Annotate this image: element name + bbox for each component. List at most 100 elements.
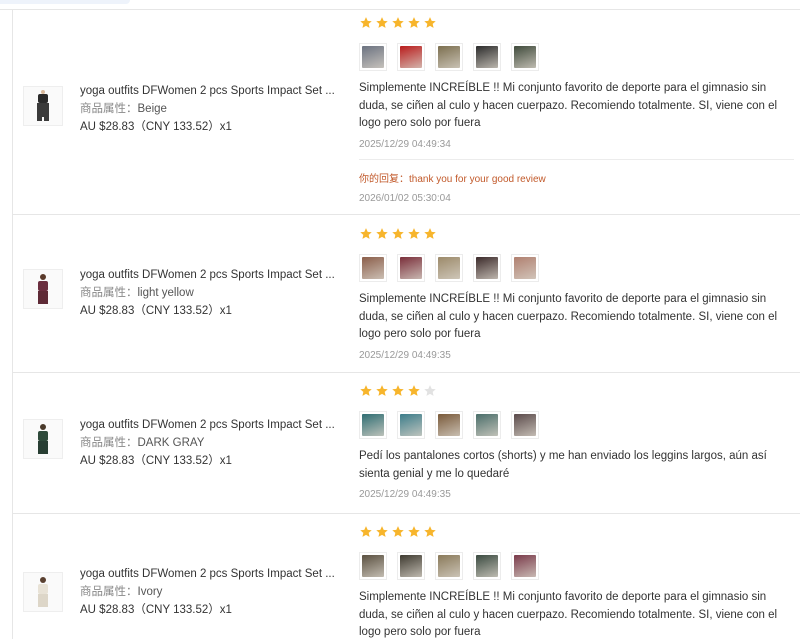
review-photo (400, 414, 422, 436)
review-photo (476, 555, 498, 577)
product-info: yoga outfits DFWomen 2 pcs Sports Impact… (80, 565, 340, 619)
product-price: AU $28.83（CNY 133.52）x1 (80, 604, 232, 616)
star-icon (408, 228, 420, 239)
review-image-thumbnail[interactable] (511, 43, 539, 71)
review-image-thumbnail[interactable] (397, 43, 425, 71)
review-row: yoga outfits DFWomen 2 pcs Sports Impact… (13, 11, 800, 215)
star-icon (376, 17, 388, 28)
product-attribute: 商品属性：DARK GRAY (80, 434, 340, 452)
review-image-thumbnail[interactable] (397, 552, 425, 580)
attribute-label: 商品属性： (80, 287, 138, 299)
product-image-icon (38, 424, 48, 454)
attribute-value: Ivory (137, 586, 163, 598)
review-content: Simplemente INCREÍBLE !! Mi conjunto fav… (359, 16, 799, 204)
star-icon (360, 526, 372, 537)
product-price: AU $28.83（CNY 133.52）x1 (80, 121, 232, 133)
product-info: yoga outfits DFWomen 2 pcs Sports Impact… (80, 266, 340, 320)
star-icon (408, 385, 420, 396)
review-image-thumbnail[interactable] (435, 552, 463, 580)
product-thumbnail[interactable] (23, 269, 63, 309)
review-image-thumbnail[interactable] (473, 552, 501, 580)
star-icon (376, 526, 388, 537)
star-icon (392, 385, 404, 396)
review-text: Simplemente INCREÍBLE !! Mi conjunto fav… (359, 591, 778, 638)
reply-divider (359, 158, 794, 160)
star-icon (424, 228, 436, 239)
product-title[interactable]: yoga outfits DFWomen 2 pcs Sports Impact… (80, 565, 340, 583)
review-photo (400, 555, 422, 577)
review-content: Simplemente INCREÍBLE !! Mi conjunto fav… (359, 525, 799, 639)
review-image-thumbnail[interactable] (435, 254, 463, 282)
attribute-label: 商品属性： (80, 103, 138, 115)
review-image-thumbnail[interactable] (397, 411, 425, 439)
review-images (359, 43, 799, 71)
review-image-thumbnail[interactable] (435, 411, 463, 439)
product-title[interactable]: yoga outfits DFWomen 2 pcs Sports Impact… (80, 266, 340, 284)
review-photo (400, 46, 422, 68)
review-image-thumbnail[interactable] (473, 254, 501, 282)
product-price: AU $28.83（CNY 133.52）x1 (80, 305, 232, 317)
review-image-thumbnail[interactable] (359, 254, 387, 282)
review-images (359, 411, 799, 439)
product-title[interactable]: yoga outfits DFWomen 2 pcs Sports Impact… (80, 82, 340, 100)
review-photo (362, 555, 384, 577)
star-icon (408, 526, 420, 537)
review-image-thumbnail[interactable] (511, 254, 539, 282)
seller-reply: 你的回复：thank you for your good review (359, 173, 546, 185)
review-image-thumbnail[interactable] (511, 411, 539, 439)
attribute-label: 商品属性： (80, 586, 138, 598)
star-icon (360, 228, 372, 239)
review-image-thumbnail[interactable] (359, 552, 387, 580)
reply-timestamp: 2026/01/02 05:30:04 (359, 192, 451, 204)
review-image-thumbnail[interactable] (435, 43, 463, 71)
review-content: Pedí los pantalones cortos (shorts) y me… (359, 384, 799, 500)
star-icon (360, 17, 372, 28)
review-image-thumbnail[interactable] (359, 411, 387, 439)
star-icon (424, 17, 436, 28)
star-icon (376, 385, 388, 396)
product-thumbnail[interactable] (23, 572, 63, 612)
review-photo (476, 414, 498, 436)
review-content: Simplemente INCREÍBLE !! Mi conjunto fav… (359, 227, 799, 361)
star-icon (424, 526, 436, 537)
product-price: AU $28.83（CNY 133.52）x1 (80, 455, 232, 467)
review-image-thumbnail[interactable] (473, 411, 501, 439)
star-rating (359, 525, 799, 539)
star-rating (359, 227, 799, 241)
review-timestamp: 2025/12/29 04:49:35 (359, 489, 451, 500)
attribute-value: light yellow (137, 287, 194, 299)
review-row: yoga outfits DFWomen 2 pcs Sports Impact… (13, 373, 800, 514)
review-photo (438, 257, 460, 279)
review-photo (362, 46, 384, 68)
review-photo (438, 414, 460, 436)
star-icon (392, 526, 404, 537)
review-image-thumbnail[interactable] (397, 254, 425, 282)
review-text: Simplemente INCREÍBLE !! Mi conjunto fav… (359, 82, 778, 129)
star-icon (424, 385, 436, 396)
review-image-thumbnail[interactable] (473, 43, 501, 71)
star-icon (360, 385, 372, 396)
review-photo (514, 555, 536, 577)
star-icon (376, 228, 388, 239)
product-image-icon (37, 90, 49, 121)
product-image-icon (38, 274, 48, 304)
star-rating (359, 384, 799, 398)
product-thumbnail[interactable] (23, 419, 63, 459)
review-photo (476, 257, 498, 279)
product-title[interactable]: yoga outfits DFWomen 2 pcs Sports Impact… (80, 416, 340, 434)
review-photo (362, 414, 384, 436)
review-row: yoga outfits DFWomen 2 pcs Sports Impact… (13, 514, 800, 639)
star-icon (408, 17, 420, 28)
attribute-label: 商品属性： (80, 437, 138, 449)
review-photo (476, 46, 498, 68)
product-info: yoga outfits DFWomen 2 pcs Sports Impact… (80, 416, 340, 470)
review-timestamp: 2025/12/29 04:49:34 (359, 138, 451, 150)
review-image-thumbnail[interactable] (511, 552, 539, 580)
review-text: Simplemente INCREÍBLE !! Mi conjunto fav… (359, 293, 778, 340)
product-thumbnail[interactable] (23, 86, 63, 126)
review-image-thumbnail[interactable] (359, 43, 387, 71)
star-icon (392, 228, 404, 239)
review-photo (438, 555, 460, 577)
review-photo (514, 257, 536, 279)
product-info: yoga outfits DFWomen 2 pcs Sports Impact… (80, 82, 340, 136)
